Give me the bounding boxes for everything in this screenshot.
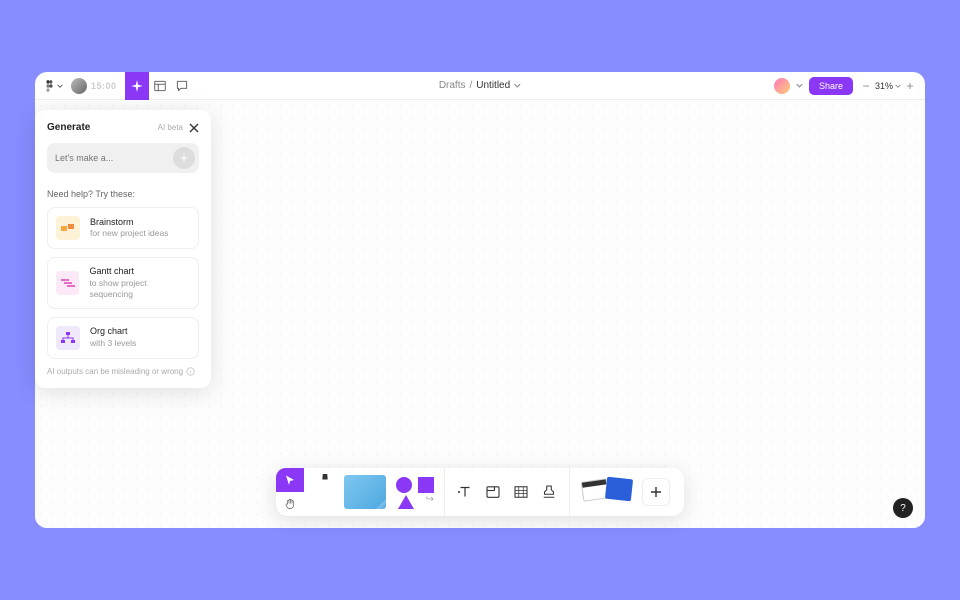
suggestion-title: Brainstorm bbox=[90, 217, 168, 229]
templates-icon bbox=[580, 476, 634, 508]
toolbar-right-group: Share − 31% + bbox=[774, 77, 925, 95]
app-window: 15:00 Drafts / Untit bbox=[35, 72, 925, 528]
sparkle-icon bbox=[178, 152, 190, 164]
stamp-icon bbox=[540, 483, 558, 501]
close-panel-button[interactable] bbox=[189, 123, 199, 133]
more-tools-button[interactable] bbox=[642, 478, 670, 506]
svg-text:i: i bbox=[190, 370, 191, 376]
comment-tool-button[interactable] bbox=[171, 72, 193, 100]
drawing-tools: ↪ bbox=[304, 468, 445, 516]
brainstorm-icon bbox=[56, 216, 80, 240]
suggestions-help-label: Need help? Try these: bbox=[47, 189, 199, 199]
timer-badge[interactable]: 15:00 bbox=[91, 81, 117, 91]
prompt-input-wrap bbox=[47, 143, 199, 173]
hand-icon bbox=[284, 498, 296, 510]
suggestion-subtitle: with 3 levels bbox=[90, 338, 136, 349]
shapes-icon: ↪ bbox=[394, 475, 434, 509]
move-tool[interactable] bbox=[276, 468, 304, 492]
templates-tool[interactable] bbox=[576, 474, 638, 510]
chevron-down-icon[interactable] bbox=[895, 83, 901, 89]
zoom-level[interactable]: 31% bbox=[875, 81, 893, 91]
ai-disclaimer: AI outputs can be misleading or wrong i bbox=[47, 367, 199, 376]
chevron-down-icon bbox=[57, 83, 63, 89]
text-tool[interactable] bbox=[451, 478, 479, 506]
breadcrumb-separator: / bbox=[469, 80, 472, 91]
toolbar-left-group: 15:00 bbox=[35, 72, 193, 99]
ai-generate-button[interactable] bbox=[125, 72, 149, 100]
help-button[interactable]: ? bbox=[893, 498, 913, 518]
plus-icon bbox=[650, 486, 662, 498]
document-title[interactable]: Untitled bbox=[476, 80, 510, 91]
suggestion-title: Org chart bbox=[90, 326, 136, 338]
insert-tools bbox=[445, 468, 570, 516]
pencil-icon bbox=[314, 474, 336, 510]
info-icon[interactable]: i bbox=[186, 367, 195, 376]
beta-label: AI beta bbox=[158, 123, 183, 132]
bottom-toolbar: ↪ bbox=[276, 468, 684, 516]
section-tool[interactable] bbox=[479, 478, 507, 506]
layout-icon bbox=[153, 79, 167, 93]
suggestion-gantt[interactable]: Gantt chart to show project sequencing bbox=[47, 257, 199, 309]
prompt-input[interactable] bbox=[55, 153, 173, 163]
gantt-icon bbox=[56, 271, 79, 295]
table-tool[interactable] bbox=[507, 478, 535, 506]
chevron-down-icon[interactable] bbox=[796, 82, 803, 89]
sticky-note-icon bbox=[344, 475, 386, 509]
widgets-tools bbox=[570, 468, 684, 516]
org-chart-icon bbox=[56, 326, 80, 350]
shapes-tool[interactable]: ↪ bbox=[390, 474, 438, 510]
top-toolbar: 15:00 Drafts / Untit bbox=[35, 72, 925, 100]
table-icon bbox=[512, 483, 530, 501]
sparkle-icon bbox=[130, 79, 144, 93]
suggestion-subtitle: to show project sequencing bbox=[89, 278, 190, 300]
section-icon bbox=[484, 483, 502, 501]
layout-tool-button[interactable] bbox=[149, 72, 171, 100]
main-menu-button[interactable] bbox=[41, 72, 65, 100]
disclaimer-text: AI outputs can be misleading or wrong bbox=[47, 367, 183, 376]
suggestion-title: Gantt chart bbox=[89, 266, 190, 278]
suggestion-subtitle: for new project ideas bbox=[90, 228, 168, 239]
suggestion-org[interactable]: Org chart with 3 levels bbox=[47, 317, 199, 359]
breadcrumb: Drafts / Untitled bbox=[439, 80, 521, 91]
cursor-icon bbox=[284, 474, 296, 486]
suggestion-brainstorm[interactable]: Brainstorm for new project ideas bbox=[47, 207, 199, 249]
prompt-submit-button[interactable] bbox=[173, 147, 195, 169]
text-icon bbox=[456, 483, 474, 501]
user-avatar[interactable] bbox=[71, 78, 87, 94]
chevron-down-icon[interactable] bbox=[514, 82, 521, 89]
zoom-in-button[interactable]: + bbox=[903, 79, 917, 93]
comment-icon bbox=[175, 79, 189, 93]
generate-panel: Generate AI beta Need help? Try these: bbox=[35, 110, 211, 388]
figma-logo-icon bbox=[43, 79, 57, 93]
share-button[interactable]: Share bbox=[809, 77, 853, 95]
hand-tool[interactable] bbox=[276, 492, 304, 516]
zoom-out-button[interactable]: − bbox=[859, 79, 873, 93]
zoom-controls: − 31% + bbox=[859, 79, 917, 93]
breadcrumb-root[interactable]: Drafts bbox=[439, 80, 466, 91]
presence-avatar[interactable] bbox=[774, 78, 790, 94]
pencil-tool[interactable] bbox=[310, 474, 340, 510]
panel-title: Generate bbox=[47, 122, 90, 133]
cursor-tool-group bbox=[276, 468, 304, 516]
sticky-note-tool[interactable] bbox=[340, 474, 390, 510]
stamp-tool[interactable] bbox=[535, 478, 563, 506]
panel-header: Generate AI beta bbox=[47, 122, 199, 133]
close-icon bbox=[189, 123, 199, 133]
